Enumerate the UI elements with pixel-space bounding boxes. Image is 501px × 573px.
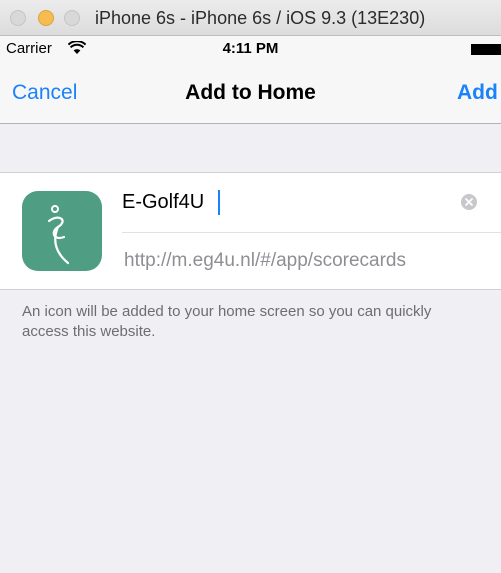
text-cursor bbox=[218, 190, 220, 215]
bookmark-form-card: http://m.eg4u.nl/#/app/scorecards bbox=[0, 172, 501, 290]
explanation-text: An icon will be added to your home scree… bbox=[22, 303, 432, 340]
window-close-button[interactable] bbox=[10, 10, 26, 26]
navigation-bar: Cancel Add to Home Add bbox=[0, 62, 501, 124]
battery-icon bbox=[471, 44, 501, 55]
simulator-titlebar: iPhone 6s - iPhone 6s / iOS 9.3 (13E230) bbox=[0, 0, 501, 36]
url-label: http://m.eg4u.nl/#/app/scorecards bbox=[124, 250, 406, 271]
golfer-logo-icon bbox=[22, 191, 102, 271]
clear-icon[interactable] bbox=[461, 194, 477, 210]
window-zoom-button[interactable] bbox=[64, 10, 80, 26]
window-title: iPhone 6s - iPhone 6s / iOS 9.3 (13E230) bbox=[95, 8, 426, 28]
title-field[interactable] bbox=[122, 187, 452, 217]
status-bar: Carrier 4:11 PM bbox=[0, 36, 501, 62]
cancel-button[interactable]: Cancel bbox=[12, 81, 77, 105]
add-button[interactable]: Add bbox=[457, 81, 498, 105]
window-minimize-button[interactable] bbox=[38, 10, 54, 26]
status-time: 4:11 PM bbox=[222, 40, 279, 57]
field-divider bbox=[122, 232, 501, 233]
